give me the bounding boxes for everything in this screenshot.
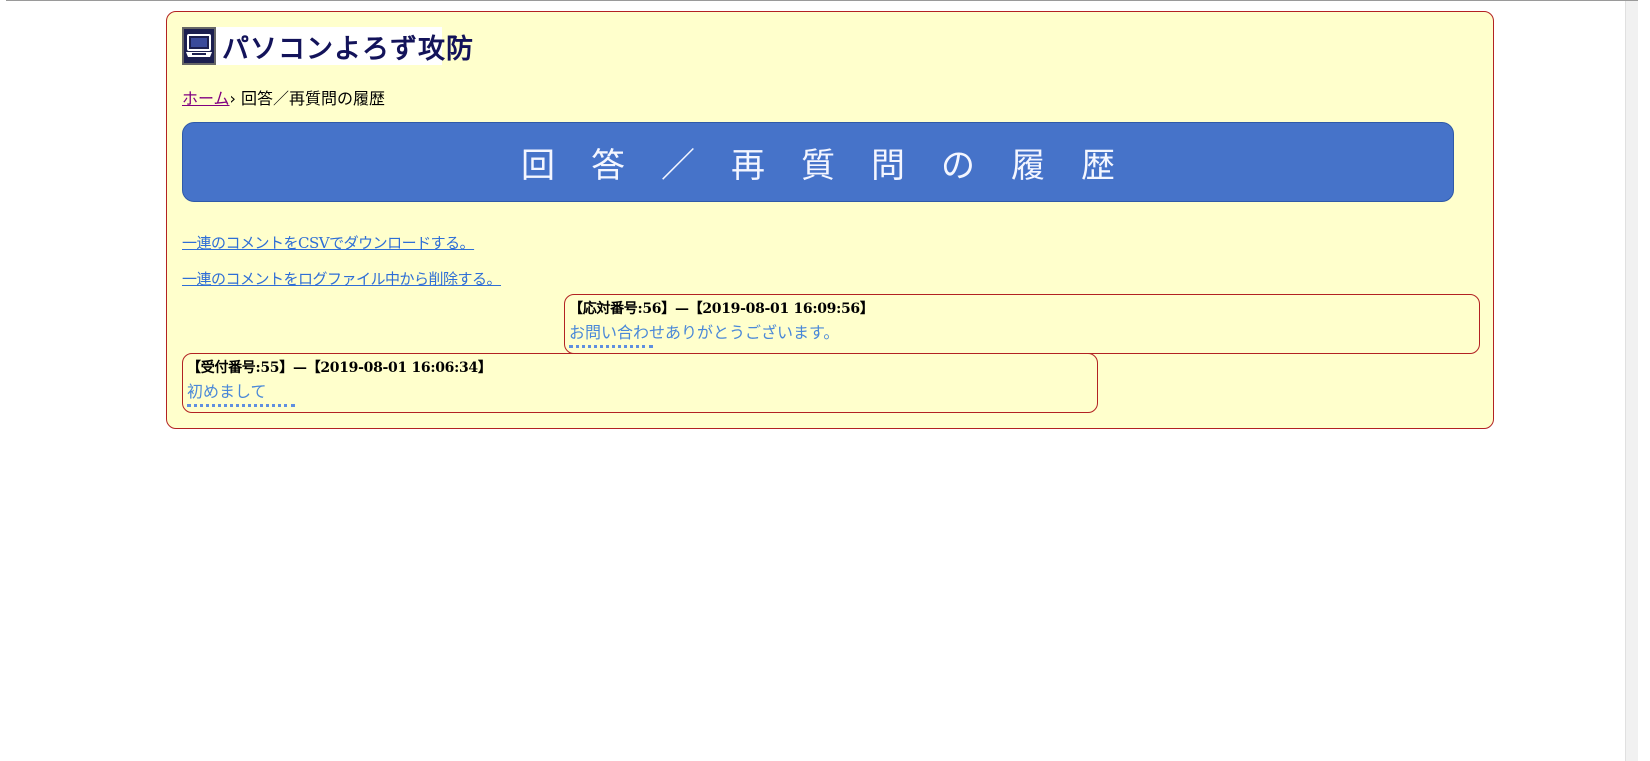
- reply-comment-box: 【応対番号:56】—【2019-08-01 16:09:56】 お問い合わせあり…: [564, 294, 1480, 354]
- page-title: 回答／再質問の履歴: [521, 145, 1151, 186]
- breadcrumb-current: 回答／再質問の履歴: [241, 89, 386, 108]
- comment-body: お問い合わせありがとうございます。: [569, 323, 840, 342]
- breadcrumb-separator: ›: [229, 89, 236, 108]
- comment-body: 初めまして: [187, 382, 267, 401]
- browser-viewport: パソコンよろず攻防 ホーム› 回答／再質問の履歴 回答／再質問の履歴 一連のコメ…: [6, 0, 1638, 761]
- scrollbar[interactable]: [1625, 1, 1638, 761]
- breadcrumb-home-link[interactable]: ホーム: [182, 89, 230, 108]
- comment-dotted-divider: [187, 404, 295, 411]
- logo-text: パソコンよろず攻防: [222, 33, 474, 65]
- comment-header: 【受付番号:55】—【2019-08-01 16:06:34】: [187, 360, 492, 376]
- download-csv-link[interactable]: 一連のコメントをCSVでダウンロードする。: [182, 232, 475, 253]
- comment-header: 【応対番号:56】—【2019-08-01 16:09:56】: [569, 301, 874, 317]
- main-container: パソコンよろず攻防 ホーム› 回答／再質問の履歴 回答／再質問の履歴 一連のコメ…: [166, 11, 1494, 429]
- breadcrumb: ホーム› 回答／再質問の履歴: [182, 85, 385, 109]
- delete-from-log-link[interactable]: 一連のコメントをログファイル中から削除する。: [182, 268, 502, 289]
- received-comment-box: 【受付番号:55】—【2019-08-01 16:06:34】 初めまして: [182, 353, 1098, 413]
- site-logo[interactable]: パソコンよろず攻防: [182, 27, 473, 65]
- page-title-banner: 回答／再質問の履歴: [182, 122, 1454, 202]
- computer-icon: [182, 27, 216, 65]
- comment-dotted-divider: [569, 345, 653, 352]
